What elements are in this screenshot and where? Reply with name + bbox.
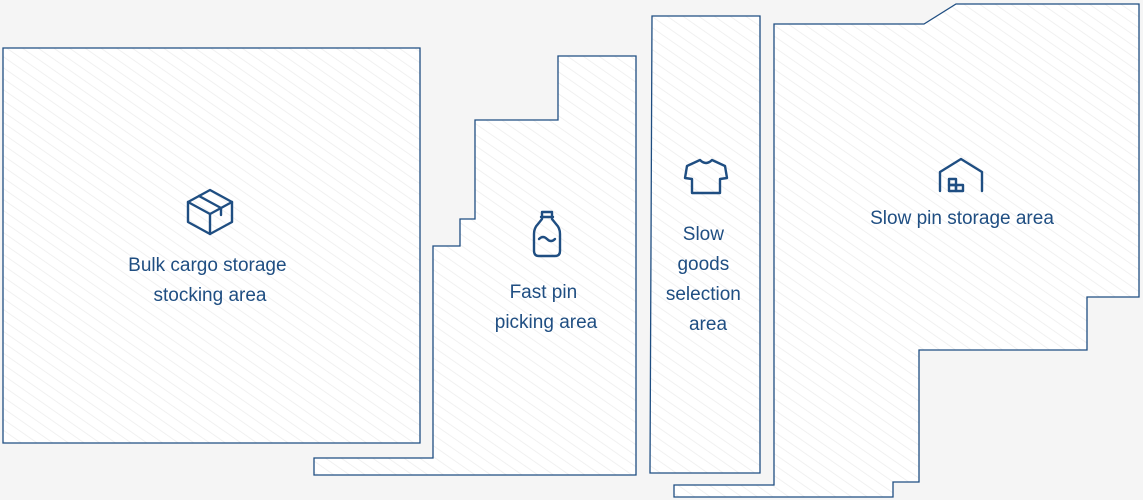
zone-bulk-outline: [2, 47, 421, 444]
zone-slow-goods-label-line-2: goods: [677, 254, 729, 275]
zone-bulk-label-line-2: stocking area: [153, 285, 266, 306]
zone-slow-pin-label-line-1: Slow pin storage area: [870, 208, 1054, 229]
zone-slow-goods-label-line-3: selection: [666, 284, 741, 305]
zone-slow-goods-label-line-1: Slow: [683, 224, 724, 245]
zone-bulk-label-line-1: Bulk cargo storage: [128, 255, 286, 276]
zone-slow-pin-label: Slow pin storage area: [870, 208, 1054, 229]
zone-slow-goods-selection[interactable]: Slow goods selection area: [649, 15, 761, 474]
zone-slow-goods-label-line-4: area: [689, 314, 727, 335]
zone-fast-pin-label-line-2: picking area: [495, 312, 598, 333]
zone-bulk-cargo-storage[interactable]: Bulk cargo storage stocking area: [2, 47, 421, 444]
warehouse-floor-plan: Bulk cargo storage stocking area Fast pi…: [2, 3, 1140, 498]
zone-fast-pin-label-line-1: Fast pin: [510, 282, 578, 303]
